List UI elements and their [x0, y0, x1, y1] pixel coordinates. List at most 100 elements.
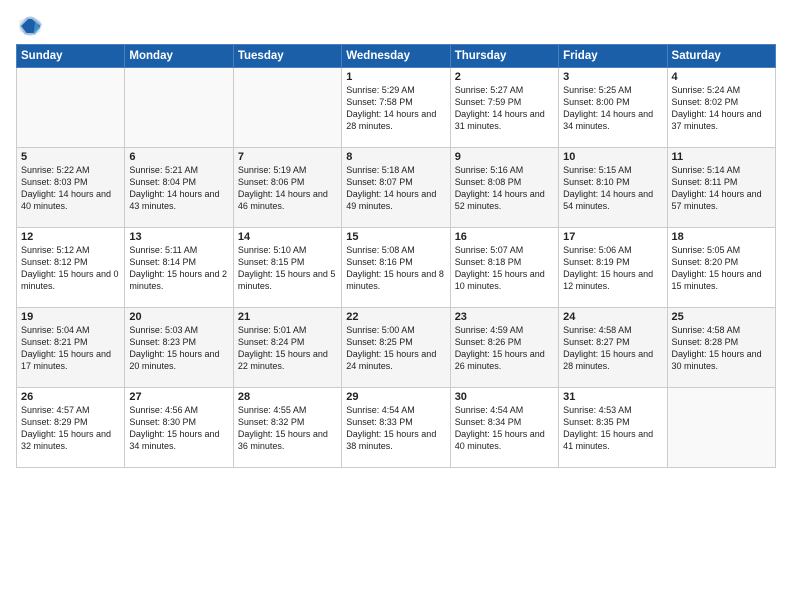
day-cell: 19Sunrise: 5:04 AM Sunset: 8:21 PM Dayli…: [17, 308, 125, 388]
day-info: Sunrise: 5:12 AM Sunset: 8:12 PM Dayligh…: [21, 244, 120, 293]
day-info: Sunrise: 5:11 AM Sunset: 8:14 PM Dayligh…: [129, 244, 228, 293]
day-number: 8: [346, 151, 445, 163]
day-info: Sunrise: 5:14 AM Sunset: 8:11 PM Dayligh…: [672, 164, 771, 213]
day-number: 12: [21, 231, 120, 243]
day-info: Sunrise: 5:27 AM Sunset: 7:59 PM Dayligh…: [455, 84, 554, 133]
day-info: Sunrise: 4:56 AM Sunset: 8:30 PM Dayligh…: [129, 404, 228, 453]
day-number: 23: [455, 311, 554, 323]
day-info: Sunrise: 5:10 AM Sunset: 8:15 PM Dayligh…: [238, 244, 337, 293]
day-info: Sunrise: 5:25 AM Sunset: 8:00 PM Dayligh…: [563, 84, 662, 133]
day-number: 14: [238, 231, 337, 243]
day-info: Sunrise: 5:03 AM Sunset: 8:23 PM Dayligh…: [129, 324, 228, 373]
day-cell: 11Sunrise: 5:14 AM Sunset: 8:11 PM Dayli…: [667, 148, 775, 228]
day-cell: 21Sunrise: 5:01 AM Sunset: 8:24 PM Dayli…: [233, 308, 341, 388]
day-info: Sunrise: 5:29 AM Sunset: 7:58 PM Dayligh…: [346, 84, 445, 133]
day-cell: 1Sunrise: 5:29 AM Sunset: 7:58 PM Daylig…: [342, 68, 450, 148]
day-info: Sunrise: 4:57 AM Sunset: 8:29 PM Dayligh…: [21, 404, 120, 453]
day-number: 24: [563, 311, 662, 323]
day-number: 21: [238, 311, 337, 323]
day-cell: 24Sunrise: 4:58 AM Sunset: 8:27 PM Dayli…: [559, 308, 667, 388]
weekday-header-saturday: Saturday: [667, 45, 775, 68]
day-info: Sunrise: 5:05 AM Sunset: 8:20 PM Dayligh…: [672, 244, 771, 293]
day-info: Sunrise: 5:21 AM Sunset: 8:04 PM Dayligh…: [129, 164, 228, 213]
day-number: 7: [238, 151, 337, 163]
week-row-1: 1Sunrise: 5:29 AM Sunset: 7:58 PM Daylig…: [17, 68, 776, 148]
day-info: Sunrise: 5:04 AM Sunset: 8:21 PM Dayligh…: [21, 324, 120, 373]
day-info: Sunrise: 5:22 AM Sunset: 8:03 PM Dayligh…: [21, 164, 120, 213]
day-cell: 18Sunrise: 5:05 AM Sunset: 8:20 PM Dayli…: [667, 228, 775, 308]
day-cell: 3Sunrise: 5:25 AM Sunset: 8:00 PM Daylig…: [559, 68, 667, 148]
day-cell: 4Sunrise: 5:24 AM Sunset: 8:02 PM Daylig…: [667, 68, 775, 148]
day-info: Sunrise: 4:59 AM Sunset: 8:26 PM Dayligh…: [455, 324, 554, 373]
day-number: 9: [455, 151, 554, 163]
calendar-page: SundayMondayTuesdayWednesdayThursdayFrid…: [0, 0, 792, 480]
day-cell: [17, 68, 125, 148]
weekday-header-wednesday: Wednesday: [342, 45, 450, 68]
day-number: 19: [21, 311, 120, 323]
day-number: 22: [346, 311, 445, 323]
day-info: Sunrise: 4:55 AM Sunset: 8:32 PM Dayligh…: [238, 404, 337, 453]
day-info: Sunrise: 5:18 AM Sunset: 8:07 PM Dayligh…: [346, 164, 445, 213]
day-number: 28: [238, 391, 337, 403]
day-cell: 2Sunrise: 5:27 AM Sunset: 7:59 PM Daylig…: [450, 68, 558, 148]
day-number: 1: [346, 71, 445, 83]
day-number: 31: [563, 391, 662, 403]
day-cell: 15Sunrise: 5:08 AM Sunset: 8:16 PM Dayli…: [342, 228, 450, 308]
day-info: Sunrise: 5:16 AM Sunset: 8:08 PM Dayligh…: [455, 164, 554, 213]
day-info: Sunrise: 5:19 AM Sunset: 8:06 PM Dayligh…: [238, 164, 337, 213]
weekday-header-friday: Friday: [559, 45, 667, 68]
day-number: 3: [563, 71, 662, 83]
day-cell: 6Sunrise: 5:21 AM Sunset: 8:04 PM Daylig…: [125, 148, 233, 228]
day-info: Sunrise: 5:06 AM Sunset: 8:19 PM Dayligh…: [563, 244, 662, 293]
day-info: Sunrise: 4:53 AM Sunset: 8:35 PM Dayligh…: [563, 404, 662, 453]
day-number: 25: [672, 311, 771, 323]
day-number: 26: [21, 391, 120, 403]
day-number: 30: [455, 391, 554, 403]
weekday-header-monday: Monday: [125, 45, 233, 68]
day-cell: [125, 68, 233, 148]
logo-icon: [16, 12, 44, 40]
day-cell: 13Sunrise: 5:11 AM Sunset: 8:14 PM Dayli…: [125, 228, 233, 308]
day-cell: 26Sunrise: 4:57 AM Sunset: 8:29 PM Dayli…: [17, 388, 125, 468]
day-info: Sunrise: 5:01 AM Sunset: 8:24 PM Dayligh…: [238, 324, 337, 373]
weekday-header-thursday: Thursday: [450, 45, 558, 68]
day-number: 27: [129, 391, 228, 403]
calendar-table: SundayMondayTuesdayWednesdayThursdayFrid…: [16, 44, 776, 468]
day-number: 18: [672, 231, 771, 243]
day-number: 16: [455, 231, 554, 243]
day-info: Sunrise: 5:00 AM Sunset: 8:25 PM Dayligh…: [346, 324, 445, 373]
day-number: 4: [672, 71, 771, 83]
day-cell: 27Sunrise: 4:56 AM Sunset: 8:30 PM Dayli…: [125, 388, 233, 468]
day-cell: 16Sunrise: 5:07 AM Sunset: 8:18 PM Dayli…: [450, 228, 558, 308]
day-cell: 8Sunrise: 5:18 AM Sunset: 8:07 PM Daylig…: [342, 148, 450, 228]
week-row-2: 5Sunrise: 5:22 AM Sunset: 8:03 PM Daylig…: [17, 148, 776, 228]
day-number: 17: [563, 231, 662, 243]
day-number: 2: [455, 71, 554, 83]
weekday-header-row: SundayMondayTuesdayWednesdayThursdayFrid…: [17, 45, 776, 68]
logo: [16, 12, 48, 40]
weekday-header-tuesday: Tuesday: [233, 45, 341, 68]
day-number: 6: [129, 151, 228, 163]
day-cell: [667, 388, 775, 468]
day-number: 11: [672, 151, 771, 163]
day-cell: 14Sunrise: 5:10 AM Sunset: 8:15 PM Dayli…: [233, 228, 341, 308]
day-cell: 22Sunrise: 5:00 AM Sunset: 8:25 PM Dayli…: [342, 308, 450, 388]
day-cell: 9Sunrise: 5:16 AM Sunset: 8:08 PM Daylig…: [450, 148, 558, 228]
week-row-4: 19Sunrise: 5:04 AM Sunset: 8:21 PM Dayli…: [17, 308, 776, 388]
day-cell: 28Sunrise: 4:55 AM Sunset: 8:32 PM Dayli…: [233, 388, 341, 468]
day-number: 13: [129, 231, 228, 243]
day-info: Sunrise: 5:07 AM Sunset: 8:18 PM Dayligh…: [455, 244, 554, 293]
day-info: Sunrise: 4:54 AM Sunset: 8:34 PM Dayligh…: [455, 404, 554, 453]
day-info: Sunrise: 5:08 AM Sunset: 8:16 PM Dayligh…: [346, 244, 445, 293]
day-cell: 5Sunrise: 5:22 AM Sunset: 8:03 PM Daylig…: [17, 148, 125, 228]
day-cell: 23Sunrise: 4:59 AM Sunset: 8:26 PM Dayli…: [450, 308, 558, 388]
day-cell: 30Sunrise: 4:54 AM Sunset: 8:34 PM Dayli…: [450, 388, 558, 468]
week-row-3: 12Sunrise: 5:12 AM Sunset: 8:12 PM Dayli…: [17, 228, 776, 308]
weekday-header-sunday: Sunday: [17, 45, 125, 68]
day-number: 15: [346, 231, 445, 243]
day-cell: [233, 68, 341, 148]
header: [16, 12, 776, 40]
day-info: Sunrise: 5:15 AM Sunset: 8:10 PM Dayligh…: [563, 164, 662, 213]
day-cell: 20Sunrise: 5:03 AM Sunset: 8:23 PM Dayli…: [125, 308, 233, 388]
day-info: Sunrise: 5:24 AM Sunset: 8:02 PM Dayligh…: [672, 84, 771, 133]
